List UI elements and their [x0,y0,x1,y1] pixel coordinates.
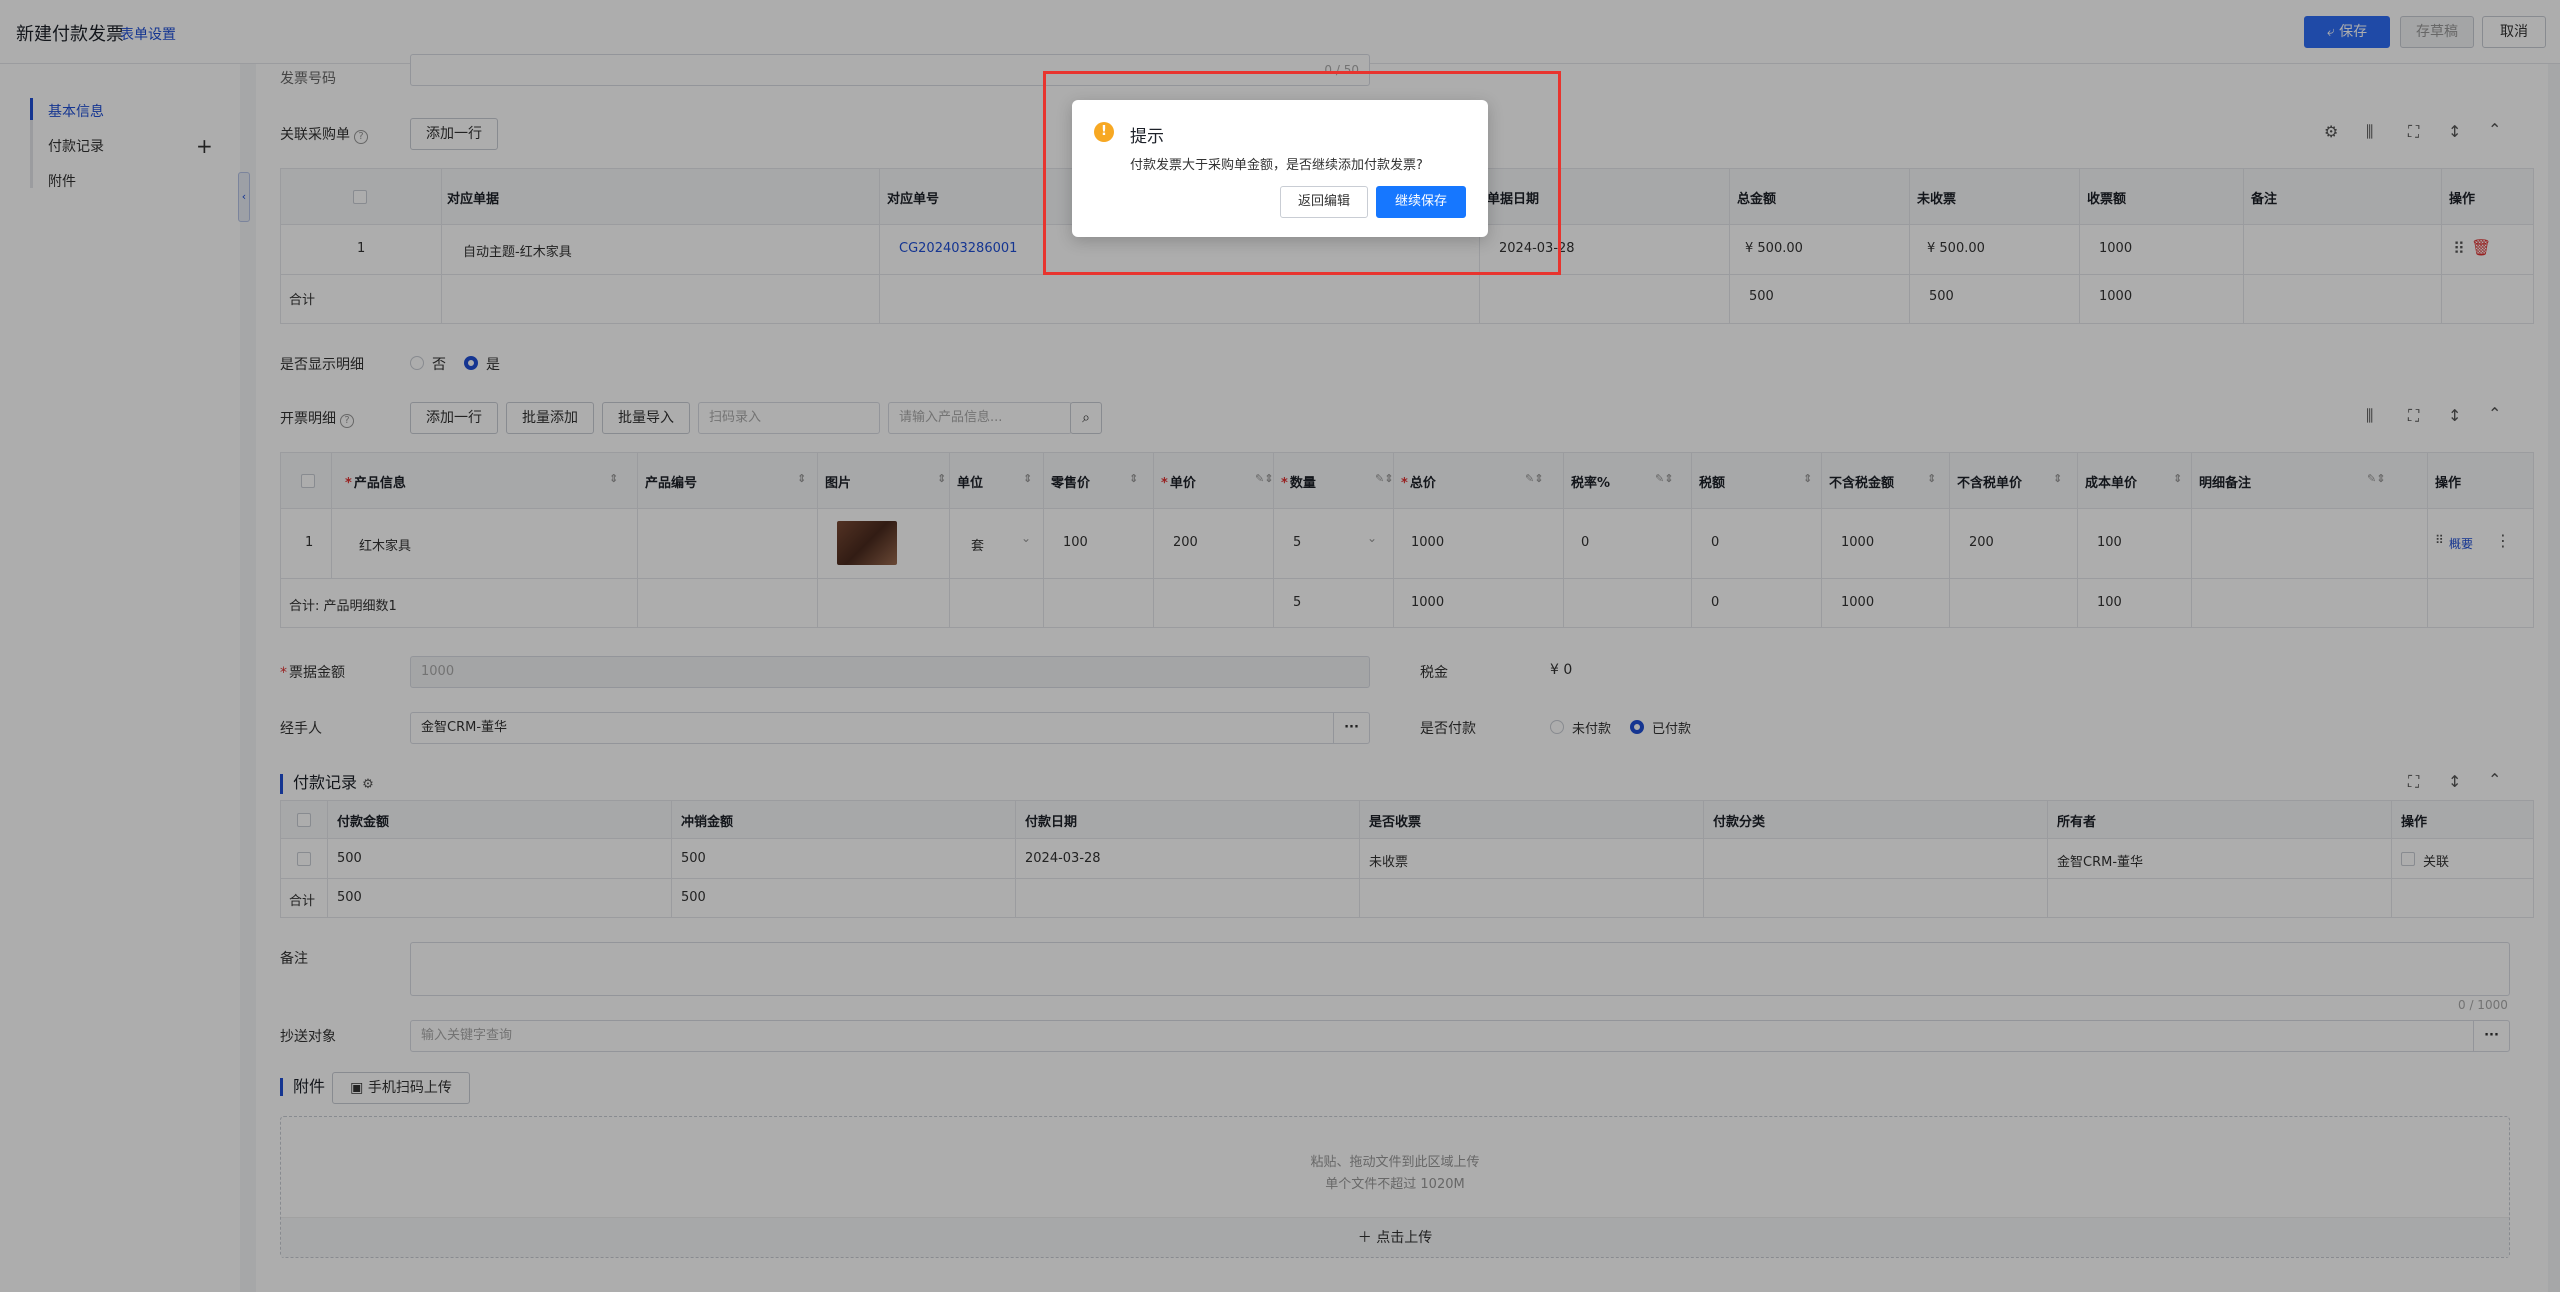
continue-save-button[interactable]: 继续保存 [1376,186,1466,218]
warning-icon: ! [1094,122,1114,142]
back-to-edit-button[interactable]: 返回编辑 [1280,186,1368,218]
dialog-title: 提示 [1130,127,1164,147]
confirm-dialog: ! 提示 付款发票大于采购单金额，是否继续添加付款发票? 返回编辑 继续保存 [1072,100,1488,237]
dialog-message: 付款发票大于采购单金额，是否继续添加付款发票? [1130,158,1423,173]
